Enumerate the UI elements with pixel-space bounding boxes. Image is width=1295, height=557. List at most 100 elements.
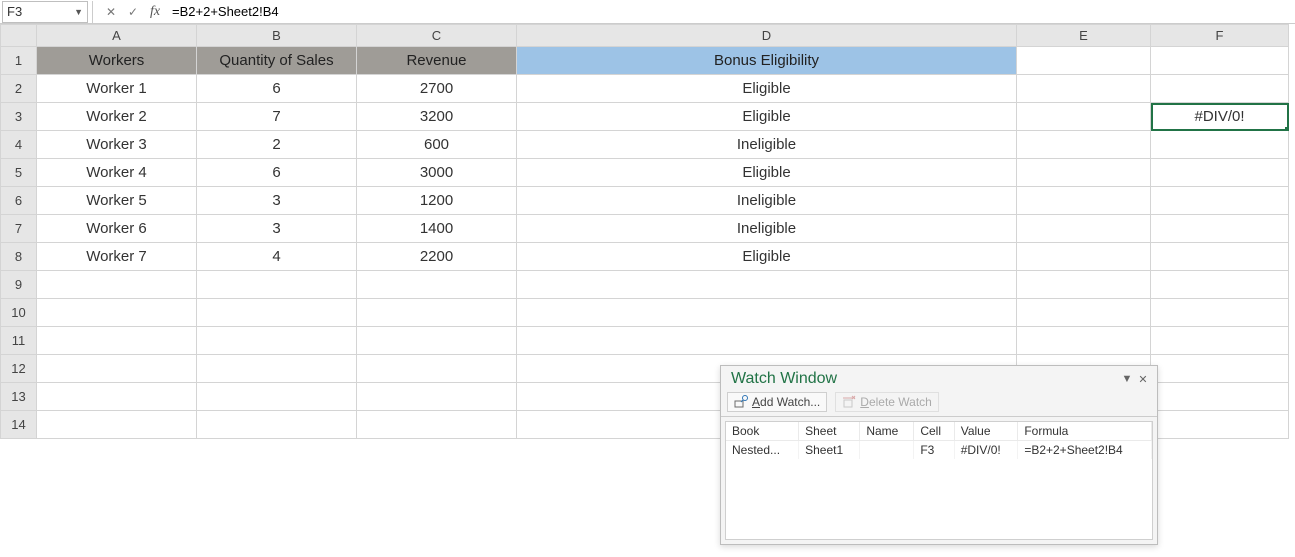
row-header-3[interactable]: 3 — [1, 103, 37, 131]
watch-list[interactable]: BookSheetNameCellValueFormulaNested...Sh… — [725, 421, 1153, 540]
cell-E11[interactable] — [1017, 327, 1151, 355]
cell-E6[interactable] — [1017, 187, 1151, 215]
cell-D10[interactable] — [517, 299, 1017, 327]
cell-A4[interactable]: Worker 3 — [37, 131, 197, 159]
col-header-B[interactable]: B — [197, 25, 357, 47]
col-header-F[interactable]: F — [1151, 25, 1289, 47]
col-header-D[interactable]: D — [517, 25, 1017, 47]
enter-icon[interactable]: ✓ — [122, 1, 144, 23]
cell-A3[interactable]: Worker 2 — [37, 103, 197, 131]
watch-col-formula[interactable]: Formula — [1018, 422, 1152, 441]
cell-D11[interactable] — [517, 327, 1017, 355]
cell-B2[interactable]: 6 — [197, 75, 357, 103]
row-header-9[interactable]: 9 — [1, 271, 37, 299]
cell-C11[interactable] — [357, 327, 517, 355]
cell-F7[interactable] — [1151, 215, 1289, 243]
cell-F12[interactable] — [1151, 355, 1289, 383]
cell-B4[interactable]: 2 — [197, 131, 357, 159]
watch-col-book[interactable]: Book — [726, 422, 799, 441]
cell-A12[interactable] — [37, 355, 197, 383]
add-watch-button[interactable]: Add Watch... — [727, 392, 827, 412]
cell-F1[interactable] — [1151, 47, 1289, 75]
cell-E5[interactable] — [1017, 159, 1151, 187]
cell-A14[interactable] — [37, 411, 197, 439]
cell-E2[interactable] — [1017, 75, 1151, 103]
cell-B5[interactable]: 6 — [197, 159, 357, 187]
cell-B11[interactable] — [197, 327, 357, 355]
cell-A11[interactable] — [37, 327, 197, 355]
cell-B9[interactable] — [197, 271, 357, 299]
cell-C4[interactable]: 600 — [357, 131, 517, 159]
cell-F13[interactable] — [1151, 383, 1289, 411]
cell-F10[interactable] — [1151, 299, 1289, 327]
row-header-12[interactable]: 12 — [1, 355, 37, 383]
cell-A6[interactable]: Worker 5 — [37, 187, 197, 215]
cell-C8[interactable]: 2200 — [357, 243, 517, 271]
cell-C2[interactable]: 2700 — [357, 75, 517, 103]
cell-F3[interactable]: #DIV/0! — [1151, 103, 1289, 131]
cell-E7[interactable] — [1017, 215, 1151, 243]
cell-F9[interactable] — [1151, 271, 1289, 299]
row-header-13[interactable]: 13 — [1, 383, 37, 411]
cell-C13[interactable] — [357, 383, 517, 411]
cell-A7[interactable]: Worker 6 — [37, 215, 197, 243]
watch-col-name[interactable]: Name — [860, 422, 914, 441]
cell-E3[interactable] — [1017, 103, 1151, 131]
cell-C12[interactable] — [357, 355, 517, 383]
dropdown-icon[interactable]: ▼ — [1119, 373, 1135, 385]
cell-A5[interactable]: Worker 4 — [37, 159, 197, 187]
cell-C5[interactable]: 3000 — [357, 159, 517, 187]
cell-F4[interactable] — [1151, 131, 1289, 159]
watch-col-sheet[interactable]: Sheet — [799, 422, 860, 441]
cell-B6[interactable]: 3 — [197, 187, 357, 215]
row-header-7[interactable]: 7 — [1, 215, 37, 243]
chevron-down-icon[interactable]: ▼ — [74, 7, 83, 17]
cell-F8[interactable] — [1151, 243, 1289, 271]
name-box[interactable]: F3 ▼ — [2, 1, 88, 23]
row-header-11[interactable]: 11 — [1, 327, 37, 355]
watch-col-value[interactable]: Value — [954, 422, 1018, 441]
cell-E1[interactable] — [1017, 47, 1151, 75]
cell-E8[interactable] — [1017, 243, 1151, 271]
cell-D6[interactable]: Ineligible — [517, 187, 1017, 215]
cell-A13[interactable] — [37, 383, 197, 411]
cell-D9[interactable] — [517, 271, 1017, 299]
row-header-4[interactable]: 4 — [1, 131, 37, 159]
cell-B14[interactable] — [197, 411, 357, 439]
cell-F5[interactable] — [1151, 159, 1289, 187]
cell-D3[interactable]: Eligible — [517, 103, 1017, 131]
cell-F14[interactable] — [1151, 411, 1289, 439]
select-all-corner[interactable] — [1, 25, 37, 47]
cell-B3[interactable]: 7 — [197, 103, 357, 131]
watch-row[interactable]: Nested...Sheet1F3#DIV/0!=B2+2+Sheet2!B4 — [726, 441, 1152, 460]
cell-C3[interactable]: 3200 — [357, 103, 517, 131]
row-header-14[interactable]: 14 — [1, 411, 37, 439]
cell-D4[interactable]: Ineligible — [517, 131, 1017, 159]
cell-B10[interactable] — [197, 299, 357, 327]
col-header-C[interactable]: C — [357, 25, 517, 47]
cell-C6[interactable]: 1200 — [357, 187, 517, 215]
cell-D5[interactable]: Eligible — [517, 159, 1017, 187]
row-header-10[interactable]: 10 — [1, 299, 37, 327]
cell-D1[interactable]: Bonus Eligibility — [517, 47, 1017, 75]
cell-C10[interactable] — [357, 299, 517, 327]
cell-F11[interactable] — [1151, 327, 1289, 355]
cell-A9[interactable] — [37, 271, 197, 299]
cell-B12[interactable] — [197, 355, 357, 383]
watch-col-cell[interactable]: Cell — [914, 422, 954, 441]
cell-C14[interactable] — [357, 411, 517, 439]
close-icon[interactable]: ✕ — [1135, 373, 1151, 386]
row-header-5[interactable]: 5 — [1, 159, 37, 187]
row-header-1[interactable]: 1 — [1, 47, 37, 75]
cell-B8[interactable]: 4 — [197, 243, 357, 271]
formula-input[interactable] — [166, 1, 1295, 23]
cell-B7[interactable]: 3 — [197, 215, 357, 243]
cell-B1[interactable]: Quantity of Sales — [197, 47, 357, 75]
cell-E10[interactable] — [1017, 299, 1151, 327]
row-header-2[interactable]: 2 — [1, 75, 37, 103]
cell-A10[interactable] — [37, 299, 197, 327]
row-header-6[interactable]: 6 — [1, 187, 37, 215]
cell-D8[interactable]: Eligible — [517, 243, 1017, 271]
cell-A8[interactable]: Worker 7 — [37, 243, 197, 271]
watch-window[interactable]: Watch Window ▼ ✕ Add Watch... — [720, 365, 1158, 545]
